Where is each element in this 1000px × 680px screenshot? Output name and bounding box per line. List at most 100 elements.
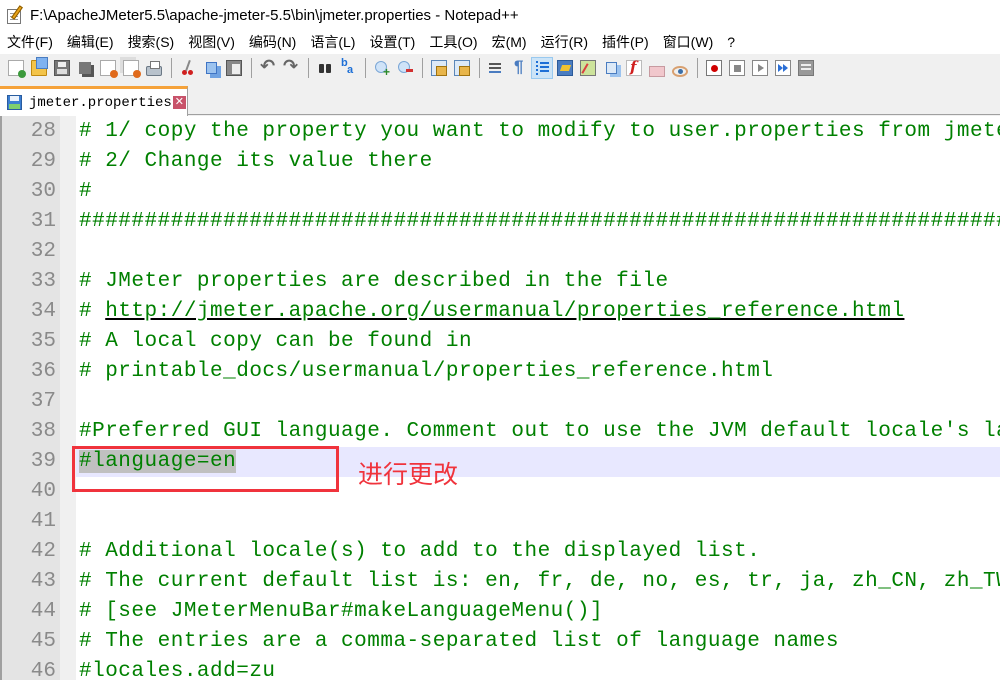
code-line[interactable]: 28 # 1/ copy the property you want to mod…	[2, 117, 1000, 147]
indent-guide-icon	[534, 60, 550, 76]
playback-button[interactable]	[749, 57, 771, 79]
code-line[interactable]: 42 # Additional locale(s) to add to the d…	[2, 537, 1000, 567]
comment-prefix: #	[79, 300, 106, 323]
play-icon	[752, 60, 768, 76]
print-button[interactable]	[143, 57, 165, 79]
new-file-button[interactable]	[5, 57, 27, 79]
code-line[interactable]: 45 # The entries are a comma-separated li…	[2, 627, 1000, 657]
menu-search[interactable]: 搜索(S)	[121, 30, 182, 54]
menu-settings[interactable]: 设置(T)	[362, 30, 422, 54]
cut-button[interactable]	[177, 57, 199, 79]
line-number: 28	[30, 120, 56, 143]
copy-icon	[205, 62, 217, 74]
menu-tools[interactable]: 工具(O)	[422, 30, 484, 54]
code-line[interactable]: 30 #	[2, 177, 1000, 207]
line-number: 45	[30, 630, 56, 653]
line-text: # 2/ Change its value there	[79, 150, 433, 173]
menu-bar: 文件(F) 编辑(E) 搜索(S) 视图(V) 编码(N) 语言(L) 设置(T…	[0, 30, 1000, 54]
document-list-button[interactable]	[600, 57, 622, 79]
code-line[interactable]: 29 # 2/ Change its value there	[2, 147, 1000, 177]
code-line[interactable]: 32	[2, 237, 1000, 267]
line-text: # JMeter properties are described in the…	[79, 270, 669, 293]
menu-window[interactable]: 窗口(W)	[656, 30, 721, 54]
sync-vertical-scroll-button[interactable]	[428, 57, 450, 79]
code-line[interactable]: 38 #Preferred GUI language. Comment out t…	[2, 417, 1000, 447]
code-line[interactable]: 44 # [see JMeterMenuBar#makeLanguageMenu(…	[2, 597, 1000, 627]
close-icon[interactable]: ✕	[172, 96, 186, 109]
sync-horizontal-lock-icon	[454, 60, 470, 76]
tab-jmeter-properties[interactable]: jmeter.properties ✕	[0, 86, 188, 116]
toolbar-separator	[365, 58, 366, 78]
line-number: 29	[30, 150, 56, 173]
paste-button[interactable]	[223, 57, 245, 79]
save-all-button[interactable]	[74, 57, 96, 79]
undo-button[interactable]	[257, 56, 279, 79]
sync-horizontal-scroll-button[interactable]	[451, 57, 473, 79]
folder-icon	[649, 65, 665, 77]
code-line[interactable]: 34 # http://jmeter.apache.org/usermanual/…	[2, 297, 1000, 327]
indent-guide-button[interactable]	[531, 57, 553, 79]
line-text: # A local copy can be found in	[79, 330, 473, 353]
menu-encoding[interactable]: 编码(N)	[242, 30, 303, 54]
menu-view[interactable]: 视图(V)	[181, 30, 242, 54]
menu-run[interactable]: 运行(R)	[534, 30, 595, 54]
printer-icon	[146, 61, 162, 76]
copy-button[interactable]	[200, 57, 222, 79]
menu-edit[interactable]: 编辑(E)	[60, 30, 121, 54]
close-button[interactable]	[97, 57, 119, 79]
folder-as-workspace-button[interactable]	[646, 57, 668, 79]
code-line[interactable]: 41	[2, 507, 1000, 537]
function-list-button[interactable]	[623, 57, 645, 79]
menu-help[interactable]: ?	[720, 30, 742, 54]
notepad-plus-plus-icon	[6, 5, 26, 25]
find-button[interactable]	[314, 57, 336, 79]
menu-macro[interactable]: 宏(M)	[485, 30, 534, 54]
close-all-icon	[123, 60, 141, 78]
zoom-in-button[interactable]	[371, 57, 393, 79]
show-all-characters-button[interactable]	[508, 57, 530, 79]
tab-label: jmeter.properties	[29, 94, 172, 111]
document-map-button[interactable]	[577, 57, 599, 79]
stop-recording-button[interactable]	[726, 57, 748, 79]
code-line[interactable]: 35 # A local copy can be found in	[2, 327, 1000, 357]
title-bar: F:\ApacheJMeter5.5\apache-jmeter-5.5\bin…	[0, 0, 1000, 30]
save-button[interactable]	[51, 57, 73, 79]
user-defined-language-button[interactable]	[554, 57, 576, 79]
user-language-icon	[557, 60, 573, 76]
zoom-out-button[interactable]	[394, 57, 416, 79]
code-line[interactable]: 43 # The current default list is: en, fr,…	[2, 567, 1000, 597]
close-all-button[interactable]	[120, 57, 142, 79]
replace-button[interactable]	[337, 57, 359, 79]
record-icon	[706, 60, 722, 76]
tab-bar: jmeter.properties ✕	[0, 84, 1000, 116]
code-line[interactable]: 31 ######################################…	[2, 207, 1000, 237]
text-editor[interactable]: 28 # 1/ copy the property you want to mod…	[0, 116, 1000, 680]
line-number: 34	[30, 300, 56, 323]
menu-language[interactable]: 语言(L)	[303, 30, 362, 54]
redo-button[interactable]	[280, 56, 302, 79]
line-number: 32	[30, 240, 56, 263]
line-number: 40	[30, 480, 56, 503]
close-file-icon	[100, 60, 118, 78]
save-macro-button[interactable]	[795, 57, 817, 79]
code-line[interactable]: 37	[2, 387, 1000, 417]
code-line[interactable]: 36 # printable_docs/usermanual/properties…	[2, 357, 1000, 387]
url-link[interactable]: http://jmeter.apache.org/usermanual/prop…	[105, 300, 904, 323]
line-number: 35	[30, 330, 56, 353]
monitoring-button[interactable]	[669, 57, 691, 79]
menu-plugins[interactable]: 插件(P)	[595, 30, 656, 54]
run-macro-multiple-button[interactable]	[772, 57, 794, 79]
line-text: #locales.add=zu	[79, 660, 276, 680]
window-title: F:\ApacheJMeter5.5\apache-jmeter-5.5\bin…	[30, 6, 519, 24]
open-file-button[interactable]	[28, 57, 50, 79]
line-text: ########################################…	[79, 210, 1000, 233]
word-wrap-button[interactable]	[485, 57, 507, 79]
start-recording-button[interactable]	[703, 57, 725, 79]
line-number: 37	[30, 390, 56, 413]
menu-file[interactable]: 文件(F)	[0, 30, 60, 54]
code-line[interactable]: 46 #locales.add=zu	[2, 657, 1000, 680]
line-number: 42	[30, 540, 56, 563]
toolbar-separator	[697, 58, 698, 78]
code-line[interactable]: 33 # JMeter properties are described in t…	[2, 267, 1000, 297]
line-number: 31	[30, 210, 56, 233]
